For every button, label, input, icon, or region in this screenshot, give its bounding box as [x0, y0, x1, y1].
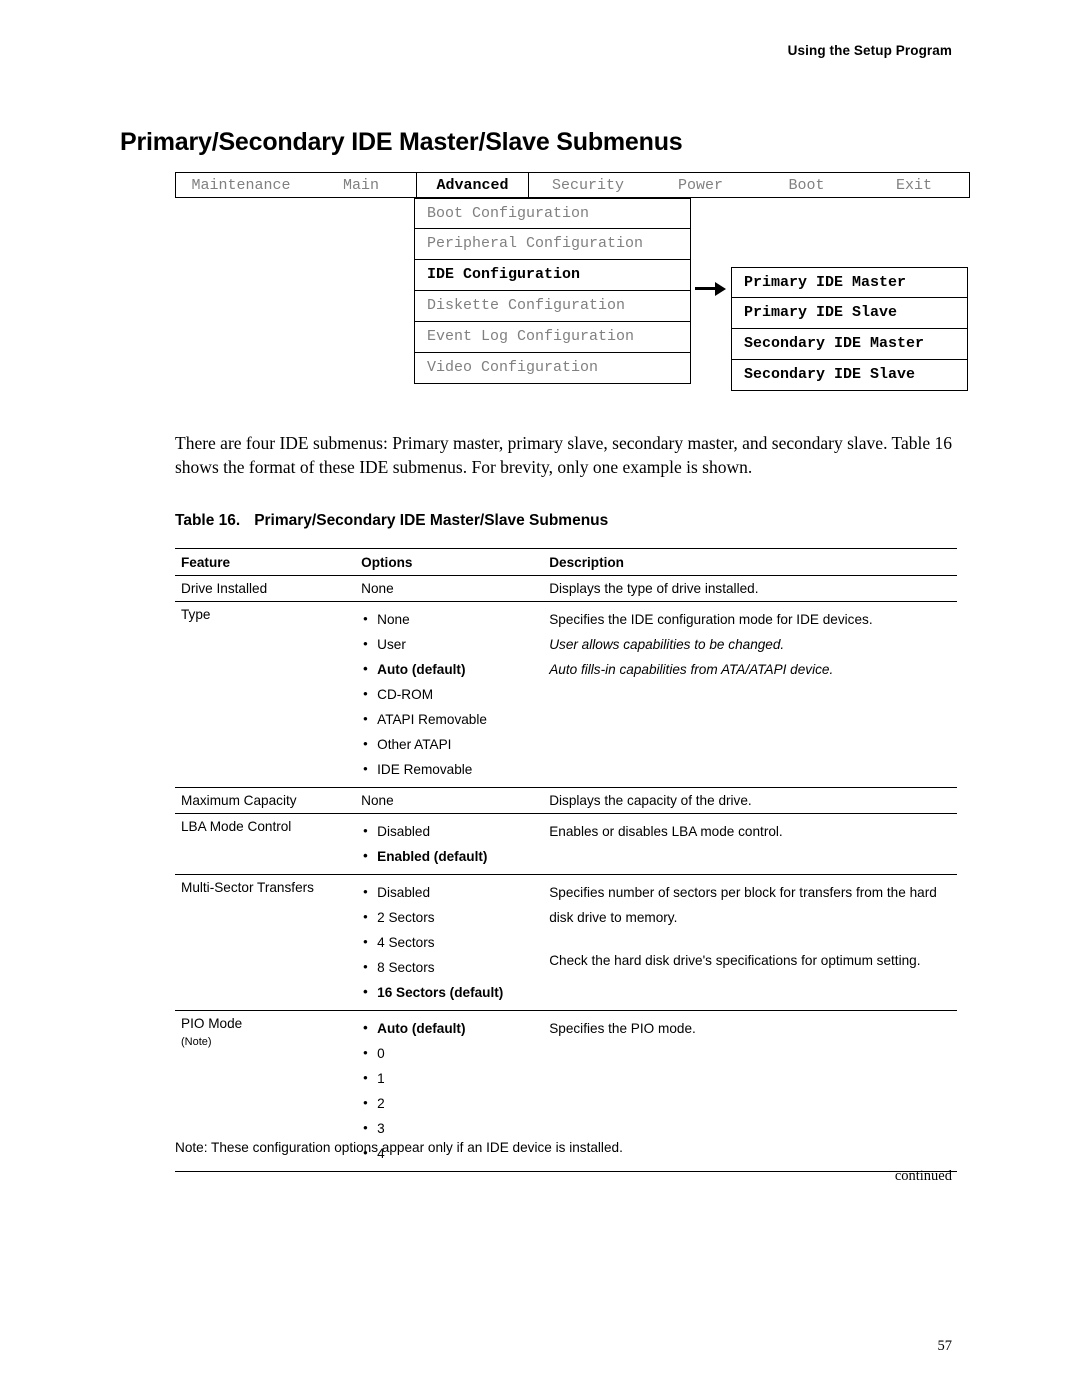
cell-options: Disabled 2 Sectors 4 Sectors 8 Sectors 1… [355, 874, 544, 1011]
submenu-item-diskette-configuration[interactable]: Diskette Configuration [414, 291, 691, 322]
cell-description: Specifies the IDE configuration mode for… [543, 601, 957, 788]
document-page: Using the Setup Program Primary/Secondar… [0, 0, 1080, 1397]
submenu-item-peripheral-configuration[interactable]: Peripheral Configuration [414, 229, 691, 260]
feature-label: PIO Mode [181, 1016, 243, 1031]
table-row: Drive Installed None Displays the type o… [175, 575, 957, 602]
option-item: 4 Sectors [361, 929, 535, 955]
page-title: Primary/Secondary IDE Master/Slave Subme… [120, 128, 683, 156]
options-list: Disabled Enabled (default) [361, 818, 535, 869]
table-header-row: Feature Options Description [175, 548, 957, 576]
menu-item-power[interactable]: Power [647, 173, 754, 197]
option-item-default: 16 Sectors (default) [361, 979, 535, 1005]
table-row: Multi-Sector Transfers Disabled 2 Sector… [175, 874, 957, 1011]
option-item: User [361, 631, 535, 657]
cell-feature: LBA Mode Control [175, 813, 356, 875]
page-number: 57 [937, 1338, 953, 1354]
submenu-options-table: Feature Options Description Drive Instal… [175, 548, 957, 1172]
option-item: 2 Sectors [361, 904, 535, 930]
description-line: Specifies number of sectors per block fo… [549, 885, 937, 925]
menu-item-security[interactable]: Security [529, 173, 647, 197]
description-line: Auto fills-in capabilities from ATA/ATAP… [549, 662, 834, 677]
cell-feature: Drive Installed [175, 575, 356, 602]
cell-options: Disabled Enabled (default) [355, 813, 544, 875]
continued-label: continued [894, 1168, 952, 1184]
cell-description: Displays the type of drive installed. [543, 575, 957, 602]
cell-options: None User Auto (default) CD-ROM ATAPI Re… [355, 601, 544, 788]
submenu-item-secondary-ide-master[interactable]: Secondary IDE Master [731, 329, 968, 360]
description-line: Enables or disables LBA mode control. [549, 824, 783, 839]
arrow-right-icon [695, 282, 727, 296]
menu-item-boot[interactable]: Boot [754, 173, 859, 197]
column-header-description: Description [543, 548, 957, 576]
option-item: ATAPI Removable [361, 706, 535, 732]
submenu-item-secondary-ide-slave[interactable]: Secondary IDE Slave [731, 360, 968, 391]
cell-feature: Type [175, 601, 356, 788]
submenu-item-primary-ide-slave[interactable]: Primary IDE Slave [731, 298, 968, 329]
advanced-submenu-list: Boot Configuration Peripheral Configurat… [414, 198, 691, 384]
option-item-default: Auto (default) [361, 1015, 535, 1041]
cell-feature: Multi-Sector Transfers [175, 874, 356, 1011]
option-item: IDE Removable [361, 756, 535, 782]
description-line: Specifies the PIO mode. [549, 1021, 696, 1036]
column-header-feature: Feature [175, 548, 356, 576]
submenu-item-primary-ide-master[interactable]: Primary IDE Master [731, 267, 968, 298]
cell-options: None [355, 575, 544, 602]
feature-note: (Note) [181, 1036, 212, 1048]
table-caption-number: Table 16. [175, 512, 241, 529]
cell-description: Displays the capacity of the drive. [543, 787, 957, 814]
table-caption: Table 16. Primary/Secondary IDE Master/Sl… [175, 512, 608, 530]
description-line: Specifies the IDE configuration mode for… [549, 612, 873, 627]
option-item: 0 [361, 1040, 535, 1066]
option-item: 2 [361, 1090, 535, 1116]
cell-description: Enables or disables LBA mode control. [543, 813, 957, 875]
menu-item-main[interactable]: Main [306, 173, 416, 197]
cell-feature: Maximum Capacity [175, 787, 356, 814]
description-line: User allows capabilities to be changed. [549, 637, 785, 652]
option-item-default: Enabled (default) [361, 843, 535, 869]
bios-menubar: Maintenance Main Advanced Security Power… [175, 172, 970, 198]
table-row: Type None User Auto (default) CD-ROM ATA… [175, 601, 957, 788]
menu-item-maintenance[interactable]: Maintenance [176, 173, 306, 197]
submenu-item-boot-configuration[interactable]: Boot Configuration [414, 198, 691, 229]
option-item: 8 Sectors [361, 954, 535, 980]
option-item: Disabled [361, 879, 535, 905]
option-item: Disabled [361, 818, 535, 844]
cell-description: Specifies number of sectors per block fo… [543, 874, 957, 1011]
ide-configuration-submenu-list: Primary IDE Master Primary IDE Slave Sec… [731, 267, 968, 391]
body-paragraph: There are four IDE submenus: Primary mas… [175, 433, 952, 477]
option-item: 3 [361, 1115, 535, 1141]
option-item: None [361, 606, 535, 632]
options-list: None User Auto (default) CD-ROM ATAPI Re… [361, 606, 535, 782]
submenu-item-event-log-configuration[interactable]: Event Log Configuration [414, 322, 691, 353]
cell-options: None [355, 787, 544, 814]
column-header-options: Options [355, 548, 544, 576]
submenu-item-ide-configuration[interactable]: IDE Configuration [414, 260, 691, 291]
table-row: LBA Mode Control Disabled Enabled (defau… [175, 813, 957, 875]
option-item: Other ATAPI [361, 731, 535, 757]
submenu-item-video-configuration[interactable]: Video Configuration [414, 353, 691, 384]
menu-item-advanced[interactable]: Advanced [416, 173, 529, 197]
option-item: 1 [361, 1065, 535, 1091]
table-caption-text: Primary/Secondary IDE Master/Slave Subme… [254, 512, 609, 529]
bios-menu-diagram: Maintenance Main Advanced Security Power… [175, 172, 970, 391]
option-item: CD-ROM [361, 681, 535, 707]
table-footnote: Note: These configuration options appear… [175, 1140, 623, 1155]
menu-item-exit[interactable]: Exit [859, 173, 969, 197]
options-list: Disabled 2 Sectors 4 Sectors 8 Sectors 1… [361, 879, 535, 1005]
option-item-default: Auto (default) [361, 656, 535, 682]
description-line: Check the hard disk drive's specificatio… [549, 953, 921, 968]
running-head: Using the Setup Program [787, 43, 952, 58]
table-row: Maximum Capacity None Displays the capac… [175, 787, 957, 814]
